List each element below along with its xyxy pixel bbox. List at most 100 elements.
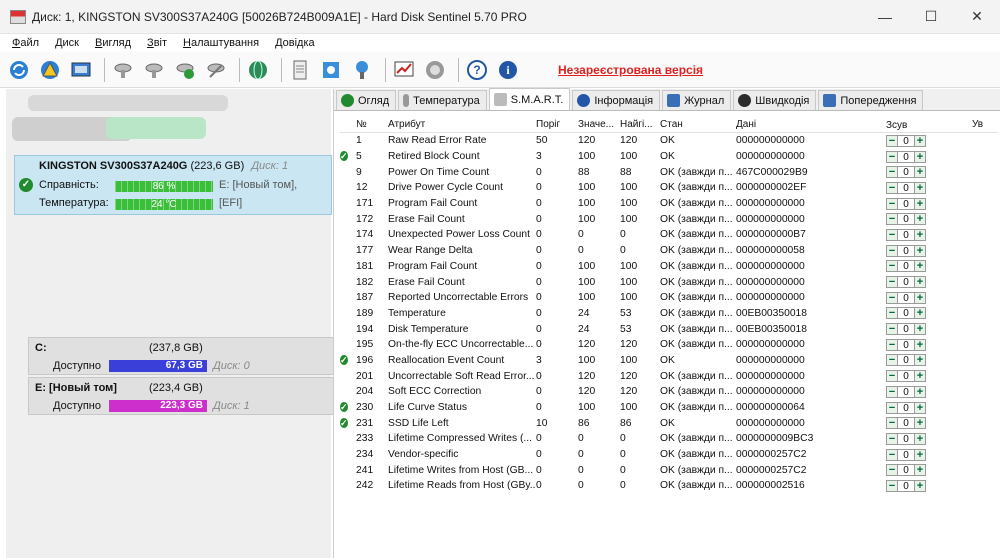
offset-value[interactable]: 0 [898, 448, 914, 461]
increment-button[interactable]: + [914, 401, 926, 414]
increment-button[interactable]: + [914, 181, 926, 194]
increment-button[interactable]: + [914, 228, 926, 241]
table-row[interactable]: 12 Drive Power Cycle Count 0 100 100 OK (завж… [340, 180, 998, 196]
increment-button[interactable]: + [914, 464, 926, 477]
decrement-button[interactable]: − [886, 228, 898, 241]
offset-value[interactable]: 0 [898, 244, 914, 257]
tab-temperature[interactable]: Температура [398, 90, 487, 110]
header-state[interactable]: Стан [660, 119, 736, 132]
decrement-button[interactable]: − [886, 276, 898, 289]
increment-button[interactable]: + [914, 291, 926, 304]
increment-button[interactable]: + [914, 150, 926, 163]
partition-c[interactable]: C: (237,8 GB) Доступно 67,3 GB Диск: 0 [28, 337, 334, 375]
increment-button[interactable]: + [914, 338, 926, 351]
power-icon[interactable] [422, 57, 448, 83]
decrement-button[interactable]: − [886, 166, 898, 179]
offset-value[interactable]: 0 [898, 307, 914, 320]
tab-performance[interactable]: Швидкодія [733, 90, 817, 110]
globe-icon[interactable] [245, 57, 271, 83]
chart-icon[interactable] [391, 57, 417, 83]
menu-settings[interactable]: Налаштування [175, 37, 267, 49]
table-row[interactable]: 187 Reported Uncorrectable Errors 0 100 100 O… [340, 290, 998, 306]
decrement-button[interactable]: − [886, 323, 898, 336]
monitor-icon[interactable] [68, 57, 94, 83]
table-row[interactable]: 189 Temperature 0 24 53 OK (завжди п... 00EB00… [340, 306, 998, 322]
table-row[interactable]: 204 Soft ECC Correction 0 120 120 OK (завжди … [340, 384, 998, 400]
table-row[interactable]: 174 Unexpected Power Loss Count 0 0 0 OK (зав… [340, 227, 998, 243]
header-number[interactable]: № [356, 119, 388, 132]
table-row[interactable]: 177 Wear Range Delta 0 0 0 OK (завжди п... 000… [340, 243, 998, 259]
offset-value[interactable]: 0 [898, 464, 914, 477]
decrement-button[interactable]: − [886, 448, 898, 461]
offset-value[interactable]: 0 [898, 276, 914, 289]
increment-button[interactable]: + [914, 244, 926, 257]
network-icon[interactable] [349, 57, 375, 83]
disk-tool-icon[interactable] [110, 57, 136, 83]
table-row[interactable]: 233 Lifetime Compressed Writes (... 0 0 0 OK … [340, 431, 998, 447]
decrement-button[interactable]: − [886, 197, 898, 210]
table-row[interactable]: 242 Lifetime Reads from Host (GBy... 0 0 0 OK… [340, 478, 998, 494]
table-row[interactable]: ✓ 196 Reallocation Event Count 3 100 100 OK 000… [340, 353, 998, 369]
increment-button[interactable]: + [914, 354, 926, 367]
table-row[interactable]: ✓ 230 Life Curve Status 0 100 100 OK (завжди п… [340, 400, 998, 416]
increment-button[interactable]: + [914, 166, 926, 179]
decrement-button[interactable]: − [886, 181, 898, 194]
offset-value[interactable]: 0 [898, 291, 914, 304]
offset-value[interactable]: 0 [898, 385, 914, 398]
increment-button[interactable]: + [914, 323, 926, 336]
header-value[interactable]: Значе... [578, 119, 620, 132]
refresh-icon[interactable] [6, 57, 32, 83]
decrement-button[interactable]: − [886, 150, 898, 163]
tab-journal[interactable]: Журнал [662, 90, 732, 110]
increment-button[interactable]: + [914, 417, 926, 430]
table-row[interactable]: 182 Erase Fail Count 0 100 100 OK (завжди п..… [340, 274, 998, 290]
increment-button[interactable]: + [914, 385, 926, 398]
document-icon[interactable] [287, 57, 313, 83]
header-attribute[interactable]: Атрибут [388, 119, 536, 132]
table-row[interactable]: 9 Power On Time Count 0 88 88 OK (завжди п...… [340, 164, 998, 180]
offset-value[interactable]: 0 [898, 354, 914, 367]
offset-value[interactable]: 0 [898, 479, 914, 492]
offset-value[interactable]: 0 [898, 323, 914, 336]
table-row[interactable]: 172 Erase Fail Count 0 100 100 OK (завжди п..… [340, 211, 998, 227]
decrement-button[interactable]: − [886, 479, 898, 492]
table-row[interactable]: 195 On-the-fly ECC Uncorrectable... 0 120 12… [340, 337, 998, 353]
table-row[interactable]: 1 Raw Read Error Rate 50 120 120 OK 0000000000… [340, 133, 998, 149]
offset-value[interactable]: 0 [898, 338, 914, 351]
decrement-button[interactable]: − [886, 213, 898, 226]
offset-value[interactable]: 0 [898, 197, 914, 210]
table-row[interactable]: 201 Uncorrectable Soft Read Error... 0 120 1… [340, 368, 998, 384]
header-worst[interactable]: Найгі... [620, 119, 660, 132]
table-row[interactable]: 181 Program Fail Count 0 100 100 OK (завжди п… [340, 259, 998, 275]
disk-tool-icon[interactable] [141, 57, 167, 83]
increment-button[interactable]: + [914, 370, 926, 383]
unregistered-version-link[interactable]: Незареєстрована версія [558, 63, 703, 77]
offset-value[interactable]: 0 [898, 417, 914, 430]
decrement-button[interactable]: − [886, 244, 898, 257]
tab-smart[interactable]: S.M.A.R.T. [488, 88, 571, 110]
increment-button[interactable]: + [914, 448, 926, 461]
offset-value[interactable]: 0 [898, 166, 914, 179]
offset-value[interactable]: 0 [898, 134, 914, 147]
offset-value[interactable]: 0 [898, 213, 914, 226]
increment-button[interactable]: + [914, 307, 926, 320]
table-row[interactable]: ✓ 231 SSD Life Left 10 86 86 OK 000000000000 −0 + [340, 415, 998, 431]
decrement-button[interactable]: − [886, 432, 898, 445]
menu-help[interactable]: Довідка [267, 37, 323, 49]
table-row[interactable]: 241 Lifetime Writes from Host (GB... 0 0 0 OK… [340, 462, 998, 478]
table-row[interactable]: 171 Program Fail Count 0 100 100 OK (завжди п… [340, 196, 998, 212]
increment-button[interactable]: + [914, 260, 926, 273]
warning-icon[interactable] [37, 57, 63, 83]
decrement-button[interactable]: − [886, 260, 898, 273]
tab-alerts[interactable]: Попередження [818, 90, 924, 110]
offset-value[interactable]: 0 [898, 181, 914, 194]
settings-icon[interactable] [318, 57, 344, 83]
tab-information[interactable]: Інформація [572, 90, 661, 110]
decrement-button[interactable]: − [886, 307, 898, 320]
menu-file[interactable]: Файл [4, 37, 47, 49]
increment-button[interactable]: + [914, 213, 926, 226]
decrement-button[interactable]: − [886, 417, 898, 430]
offset-value[interactable]: 0 [898, 370, 914, 383]
offset-value[interactable]: 0 [898, 432, 914, 445]
header-last[interactable]: Ув [972, 119, 998, 132]
